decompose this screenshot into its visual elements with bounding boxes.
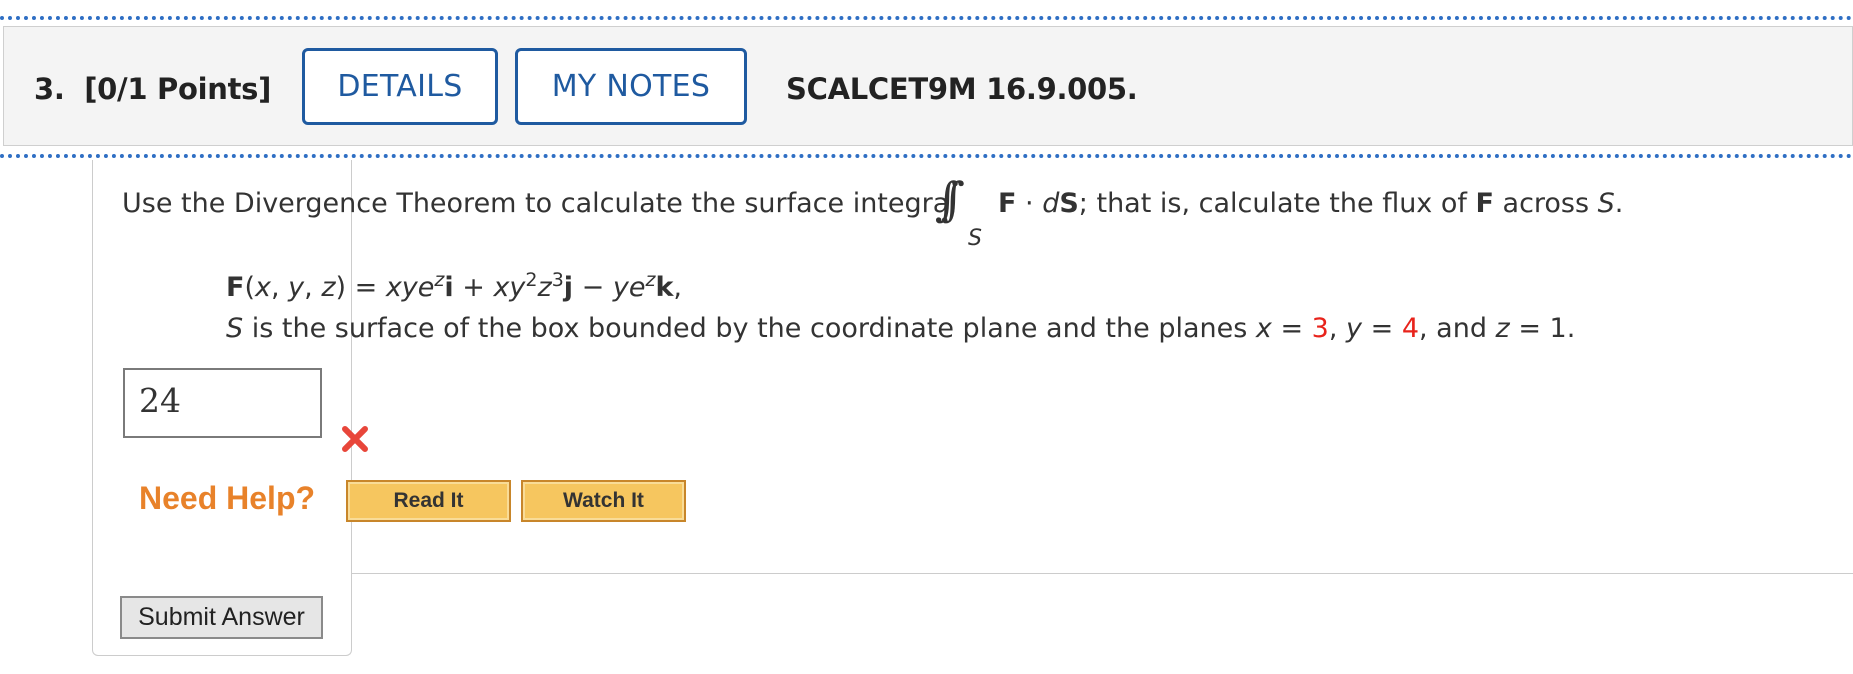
details-button[interactable]: DETAILS bbox=[302, 48, 498, 125]
dot-operator: · bbox=[1016, 188, 1043, 219]
header-dotted-divider bbox=[0, 154, 1853, 158]
submit-answer-button[interactable]: Submit Answer bbox=[120, 596, 323, 639]
answer-input[interactable]: 24 bbox=[123, 368, 322, 438]
vector-field-formula: F(x, y, z) = xyezi + xy2z3j − yezk, bbox=[226, 269, 682, 304]
submit-answer-label: Submit Answer bbox=[138, 603, 305, 631]
watch-it-label: Watch It bbox=[563, 489, 644, 512]
surface-S: S bbox=[226, 313, 244, 344]
details-label: DETAILS bbox=[337, 69, 463, 104]
prompt-text: ; that is, calculate the flux of bbox=[1078, 188, 1476, 219]
field-label: F bbox=[226, 272, 245, 303]
read-it-button[interactable]: Read It bbox=[346, 480, 511, 522]
differential-S: S bbox=[1059, 188, 1079, 219]
need-help-label: Need Help? bbox=[139, 480, 316, 516]
points-indicator: [0/1 Points] bbox=[84, 72, 272, 106]
question-prompt-continued: F · dS; that is, calculate the flux of F… bbox=[998, 188, 1623, 219]
question-number-and-points: 3. [0/1 Points] bbox=[34, 72, 271, 106]
my-notes-button[interactable]: MY NOTES bbox=[515, 48, 747, 125]
question-number: 3. bbox=[34, 72, 65, 106]
x-value: 3 bbox=[1311, 313, 1329, 344]
surface-text: is the surface of the box bounded by the… bbox=[243, 313, 1256, 344]
differential-d: d bbox=[1042, 188, 1060, 219]
vector-field-F: F bbox=[1475, 188, 1494, 219]
content-frame-edge bbox=[351, 573, 1853, 574]
vector-field-F: F bbox=[998, 188, 1017, 219]
assignment-code: SCALCET9M 16.9.005. bbox=[786, 72, 1138, 106]
surface-integral-symbol: ∫∫ bbox=[935, 172, 965, 226]
my-notes-label: MY NOTES bbox=[551, 69, 711, 104]
y-value: 4 bbox=[1401, 313, 1419, 344]
top-dotted-divider bbox=[0, 16, 1853, 20]
surface-description: S is the surface of the box bounded by t… bbox=[226, 313, 1576, 344]
incorrect-x-icon bbox=[342, 426, 368, 452]
z-value: 1 bbox=[1549, 313, 1567, 344]
read-it-label: Read It bbox=[393, 489, 464, 512]
watch-it-button[interactable]: Watch It bbox=[521, 480, 686, 522]
surface-S: S bbox=[1597, 188, 1615, 219]
integral-subscript: S bbox=[968, 226, 982, 251]
prompt-text: . bbox=[1614, 188, 1624, 219]
question-prompt: Use the Divergence Theorem to calculate … bbox=[122, 188, 957, 219]
prompt-text: across bbox=[1493, 188, 1598, 219]
